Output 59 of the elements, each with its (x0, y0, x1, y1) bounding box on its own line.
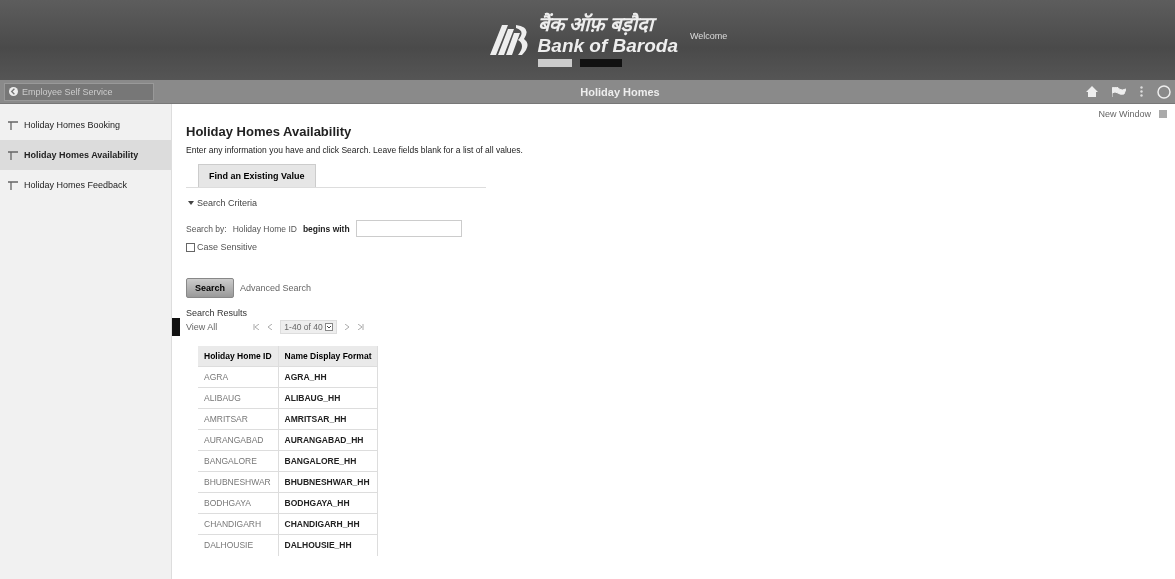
dropdown-arrow-icon (324, 323, 333, 331)
find-existing-value-tab[interactable]: Find an Existing Value (198, 164, 316, 187)
view-all-link[interactable]: View All (186, 322, 218, 332)
search-results-title: Search Results (186, 308, 249, 318)
advanced-search-link[interactable]: Advanced Search (240, 283, 312, 293)
operator-text: begins with (302, 223, 350, 234)
tee-icon (8, 180, 18, 190)
page-title: Holiday Homes Availability (186, 124, 353, 139)
table-cell[interactable]: ALIBAUG (198, 387, 279, 409)
next-page-icon[interactable] (344, 324, 350, 330)
search-by-label: Search by: (186, 223, 227, 234)
logo-name: Bank of Baroda (537, 35, 679, 57)
table-cell: BHUBNESHWAR_HH (278, 471, 378, 493)
tee-icon (8, 150, 18, 160)
table-cell: ALIBAUG_HH (278, 387, 378, 409)
more-icon[interactable] (1140, 86, 1143, 97)
table-cell[interactable]: DALHOUSIE (198, 534, 279, 556)
last-page-icon[interactable] (357, 324, 364, 330)
back-button[interactable]: Employee Self Service (4, 82, 154, 101)
tee-icon (8, 120, 18, 130)
page-range-dropdown[interactable]: 1-40 of 40 (280, 320, 337, 334)
first-page-icon[interactable] (253, 324, 260, 330)
header-badge (537, 59, 572, 67)
table-cell[interactable]: BANGALORE (198, 450, 279, 472)
table-cell[interactable]: AGRA (198, 366, 279, 388)
navbar-circle-icon[interactable] (1157, 84, 1171, 99)
welcome-text: Welcome (690, 31, 728, 41)
table-cell[interactable]: CHANDIGARH (198, 513, 279, 535)
flag-icon[interactable] (1112, 86, 1126, 97)
table-cell[interactable]: BHUBNESHWAR (198, 471, 279, 493)
new-window-link[interactable]: New Window (1098, 109, 1151, 119)
table-cell: CHANDIGARH_HH (278, 513, 378, 535)
table-cell[interactable]: AURANGABAD (198, 429, 279, 451)
previous-page-icon[interactable] (267, 324, 273, 330)
table-cell: BANGALORE_HH (278, 450, 378, 472)
logo-hindi-text: बैंक ऑफ़ बड़ौदा (537, 13, 679, 35)
caret-icon (188, 200, 194, 206)
table-cell: BODHGAYA_HH (278, 492, 378, 514)
header-badge (579, 59, 622, 67)
search-criteria-toggle[interactable]: Search Criteria (188, 198, 258, 208)
search-button[interactable]: Search (186, 278, 235, 298)
table-cell[interactable]: AMRITSAR (198, 408, 279, 430)
back-icon (9, 87, 18, 96)
search-input-field[interactable] (355, 220, 462, 237)
table-cell: AGRA_HH (278, 366, 378, 388)
section-title: Holiday Homes (579, 85, 661, 98)
sidebar-item[interactable]: Holiday Homes Booking (0, 110, 171, 140)
sidebar-item[interactable]: Holiday Homes Availability (0, 140, 171, 170)
case-sensitive-checkbox[interactable]: Case Sensitive (186, 242, 1175, 252)
home-icon[interactable] (1086, 86, 1098, 97)
sidebar-item[interactable]: Holiday Homes Feedback (0, 170, 171, 200)
instructions-text: Enter any information you have and click Search. Leave fields blank for a list of all values. (186, 145, 524, 155)
table-cell: DALHOUSIE_HH (278, 534, 378, 556)
column-header: Name Display Format (278, 346, 378, 367)
column-header: Holiday Home ID (198, 346, 279, 367)
table-cell[interactable]: BODHGAYA (198, 492, 279, 514)
table-cell: AURANGABAD_HH (278, 429, 378, 451)
search-field-name: Holiday Home ID (232, 223, 297, 234)
table-cell: AMRITSAR_HH (278, 408, 378, 430)
